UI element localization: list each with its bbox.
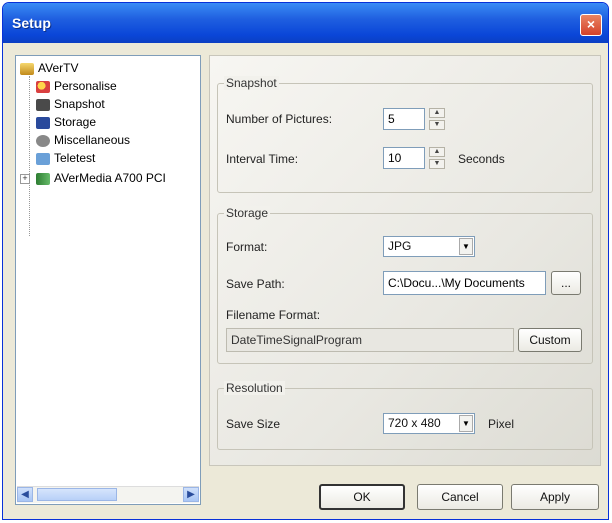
teletext-icon bbox=[36, 152, 50, 165]
tree-connector bbox=[29, 76, 30, 236]
pixel-unit-label: Pixel bbox=[488, 417, 515, 431]
interval-time-input[interactable]: 10 bbox=[383, 147, 425, 169]
group-label: Storage bbox=[224, 206, 271, 220]
number-of-pictures-spinner[interactable]: ▲ ▼ bbox=[429, 108, 445, 130]
custom-button[interactable]: Custom bbox=[518, 328, 582, 352]
window-title: Setup bbox=[12, 15, 51, 31]
avertv-icon bbox=[20, 62, 34, 75]
save-size-label: Save Size bbox=[226, 417, 281, 431]
save-size-value: 720 x 480 bbox=[388, 416, 441, 430]
group-label: Snapshot bbox=[224, 76, 279, 90]
tree-item-label: Snapshot bbox=[54, 97, 105, 111]
ok-button[interactable]: OK bbox=[319, 484, 405, 510]
interval-time-spinner[interactable]: ▲ ▼ bbox=[429, 147, 445, 169]
filename-format-field: DateTimeSignalProgram bbox=[226, 328, 514, 352]
tree-item-device[interactable]: AVerMedia A700 PCI bbox=[36, 170, 166, 186]
tree-root-label: AVerTV bbox=[38, 61, 79, 75]
tree-item-miscellaneous[interactable]: Miscellaneous bbox=[36, 132, 130, 148]
resolution-group: Resolution Save Size 720 x 480 ▼ Pixel bbox=[217, 381, 593, 450]
tree-root-avertv[interactable]: AVerTV bbox=[20, 60, 78, 76]
floppy-disk-icon bbox=[36, 116, 50, 129]
setup-dialog: Setup × AVerTV Personalise Snapshot Stor… bbox=[2, 2, 609, 520]
horizontal-scrollbar[interactable]: ◀ ▶ bbox=[17, 486, 199, 503]
wrench-icon bbox=[36, 134, 50, 147]
tree-item-label: Personalise bbox=[54, 79, 117, 93]
close-button[interactable]: × bbox=[580, 14, 602, 36]
tree-item-storage[interactable]: Storage bbox=[36, 114, 96, 130]
format-value: JPG bbox=[388, 239, 412, 253]
expand-button[interactable]: + bbox=[20, 174, 30, 184]
settings-panel: Snapshot Number of Pictures: 5 ▲ ▼ Inter… bbox=[209, 55, 601, 466]
scroll-thumb[interactable] bbox=[37, 488, 117, 501]
save-size-select[interactable]: 720 x 480 ▼ bbox=[383, 413, 475, 434]
chevron-down-icon[interactable]: ▼ bbox=[459, 415, 473, 432]
tree-item-snapshot[interactable]: Snapshot bbox=[36, 96, 105, 112]
apply-button[interactable]: Apply bbox=[511, 484, 599, 510]
number-of-pictures-input[interactable]: 5 bbox=[383, 108, 425, 130]
format-select[interactable]: JPG ▼ bbox=[383, 236, 475, 257]
settings-tree[interactable]: AVerTV Personalise Snapshot Storage Misc… bbox=[15, 55, 201, 505]
number-of-pictures-label: Number of Pictures: bbox=[226, 112, 333, 126]
tree-item-personalise[interactable]: Personalise bbox=[36, 78, 117, 94]
scroll-left-button[interactable]: ◀ bbox=[17, 487, 33, 502]
save-path-input[interactable]: C:\Docu...\My Documents bbox=[383, 271, 546, 295]
spin-down-icon[interactable]: ▼ bbox=[429, 120, 445, 130]
interval-time-label: Interval Time: bbox=[226, 152, 299, 166]
format-label: Format: bbox=[226, 240, 268, 254]
title-bar[interactable]: Setup × bbox=[3, 3, 608, 43]
personalise-icon bbox=[36, 80, 50, 93]
tree-item-label: Miscellaneous bbox=[54, 133, 131, 147]
tree-item-label: Teletest bbox=[54, 151, 96, 165]
tree-item-label: Storage bbox=[54, 115, 97, 129]
save-path-label: Save Path: bbox=[226, 277, 285, 291]
snapshot-group: Snapshot Number of Pictures: 5 ▲ ▼ Inter… bbox=[217, 76, 593, 193]
browse-button[interactable]: ... bbox=[551, 271, 581, 295]
storage-group: Storage Format: JPG ▼ Save Path: C:\Docu… bbox=[217, 206, 593, 364]
group-label: Resolution bbox=[224, 381, 285, 395]
tree-item-label: AVerMedia A700 PCI bbox=[54, 171, 166, 185]
scroll-right-button[interactable]: ▶ bbox=[183, 487, 199, 502]
cancel-button[interactable]: Cancel bbox=[417, 484, 503, 510]
interval-unit-label: Seconds bbox=[458, 152, 505, 166]
chevron-down-icon[interactable]: ▼ bbox=[459, 238, 473, 255]
spin-up-icon[interactable]: ▲ bbox=[429, 147, 445, 157]
spin-up-icon[interactable]: ▲ bbox=[429, 108, 445, 118]
spin-down-icon[interactable]: ▼ bbox=[429, 159, 445, 169]
capture-card-icon bbox=[36, 172, 50, 185]
filename-format-label: Filename Format: bbox=[226, 308, 321, 322]
camera-icon bbox=[36, 98, 50, 111]
tree-item-teletest[interactable]: Teletest bbox=[36, 150, 95, 166]
